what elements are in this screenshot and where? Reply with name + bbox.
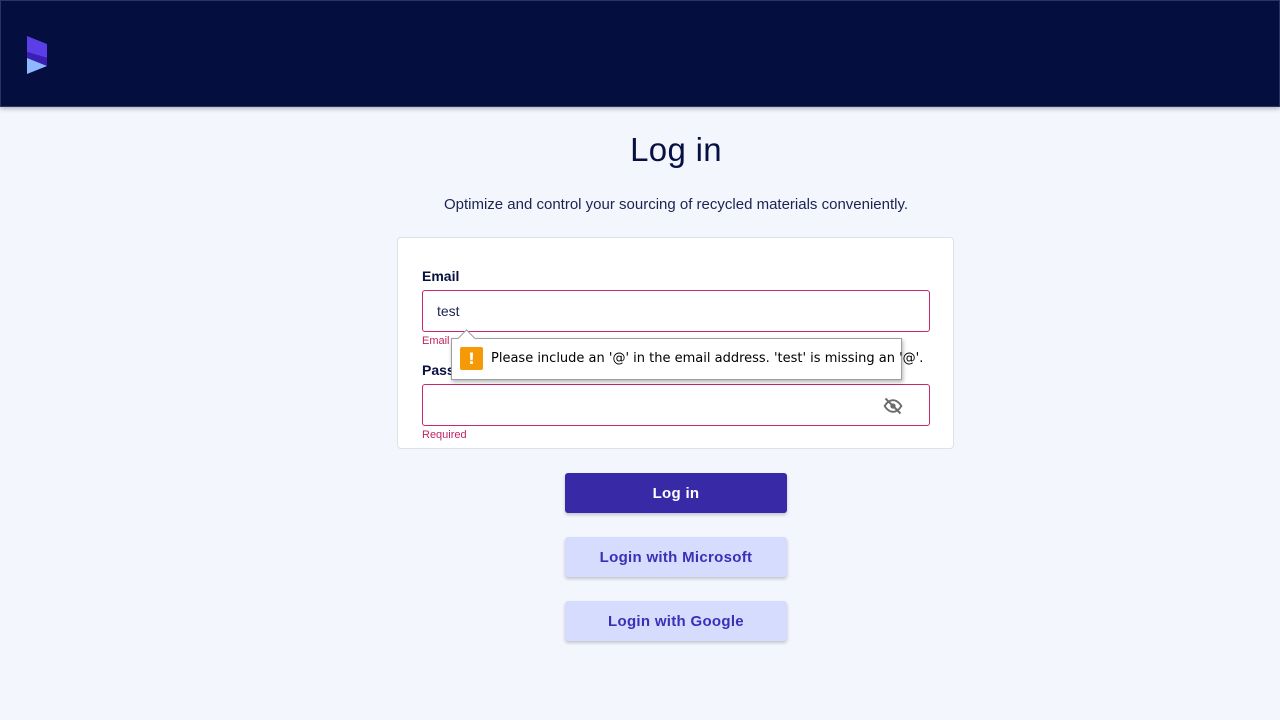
email-label: Email (422, 268, 460, 284)
warning-icon: ! (460, 347, 483, 370)
login-google-button[interactable]: Login with Google (565, 601, 787, 641)
eye-off-icon[interactable] (883, 396, 903, 416)
login-button[interactable]: Log in (565, 473, 787, 513)
password-error-text: Required (422, 429, 467, 441)
password-input[interactable] (422, 384, 930, 426)
top-navbar (0, 0, 1280, 107)
brand-logo-icon[interactable] (25, 36, 49, 74)
email-validation-tooltip: ! Please include an '@' in the email add… (451, 329, 923, 380)
email-input[interactable]: test (422, 290, 930, 332)
tooltip-message: Please include an '@' in the email addre… (491, 351, 924, 366)
email-error-text: Email (422, 335, 450, 347)
login-microsoft-button[interactable]: Login with Microsoft (565, 537, 787, 577)
password-label: Pass (422, 362, 455, 378)
page-subtitle: Optimize and control your sourcing of re… (443, 196, 909, 213)
page-title: Log in (630, 131, 722, 168)
